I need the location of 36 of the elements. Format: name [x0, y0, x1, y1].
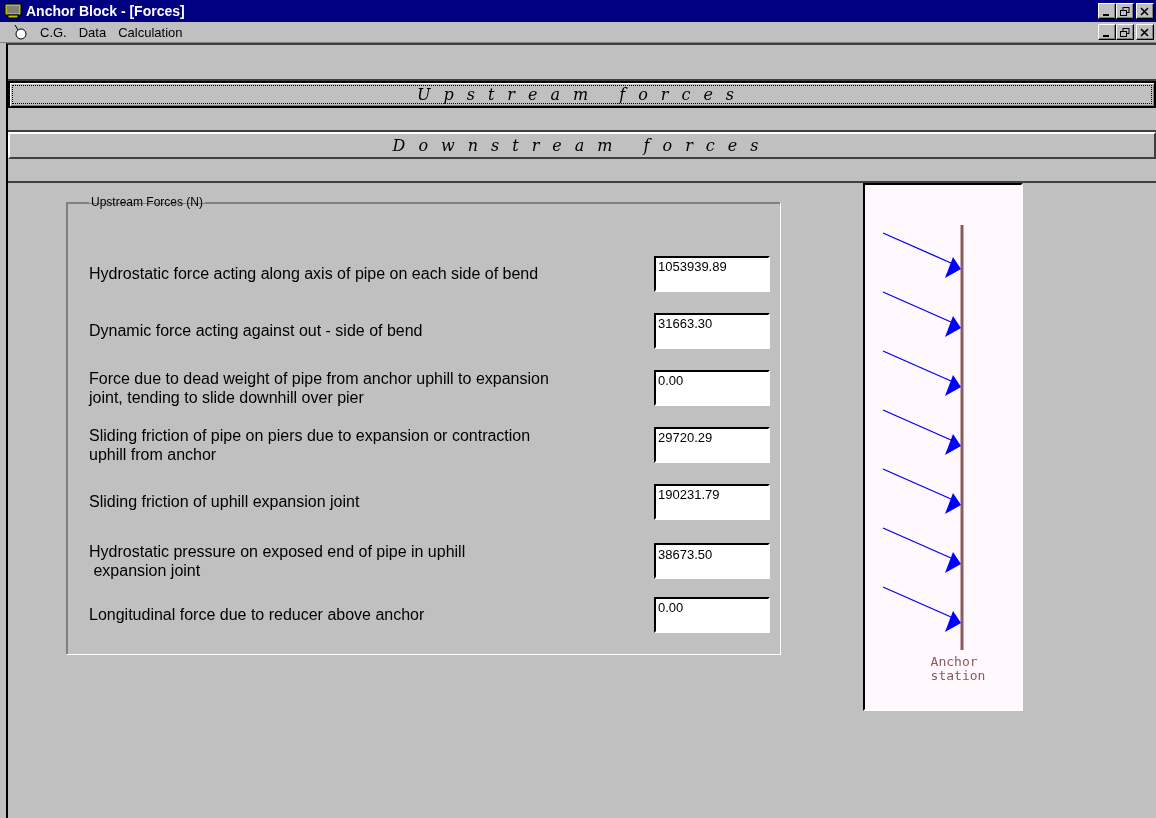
value-field[interactable]: 31663.30	[654, 312, 770, 349]
restore-icon	[1120, 27, 1130, 37]
value-field[interactable]: 29720.29	[654, 426, 770, 463]
minimize-button[interactable]	[1098, 3, 1116, 19]
window-title: Anchor Block - [Forces]	[26, 3, 185, 19]
restore-button[interactable]	[1116, 24, 1134, 40]
field-label: Hydrostatic force acting along axis of pipe on each side of bend	[89, 264, 540, 283]
value-field[interactable]: 190231.79	[654, 483, 770, 520]
mouse-icon[interactable]	[12, 24, 28, 40]
group-title: Upstream Forces (N)	[90, 195, 204, 209]
close-icon	[1140, 27, 1150, 37]
menu-item[interactable]: C.G.	[40, 24, 67, 40]
value-field[interactable]: 1053939.89	[654, 255, 770, 292]
menu-item[interactable]: Calculation	[118, 24, 183, 40]
field-label: Hydrostatic pressure on exposed end of pipe in uphill expansion joint	[89, 542, 467, 580]
value-field[interactable]: 0.00	[654, 596, 770, 633]
field-label: Dynamic force acting against out - side of bend	[89, 321, 424, 340]
section-button[interactable]: Downstream forces	[8, 132, 1156, 159]
monitor-icon	[4, 3, 22, 19]
close-button[interactable]	[1136, 24, 1154, 40]
field-label: Force due to dead weight of pipe from anchor uphill to expansion joint, tending to slide downhill over pier	[89, 368, 550, 407]
restore-button[interactable]	[1116, 3, 1134, 19]
menu-item[interactable]: Data	[78, 24, 107, 40]
field-label: Sliding friction of pipe on piers due to expansion or contraction uphill from anchor	[89, 425, 532, 464]
minimize-button[interactable]	[1098, 24, 1116, 40]
field-label: Sliding friction of uphill expansion joint	[89, 492, 361, 511]
value-field[interactable]: 0.00	[654, 369, 770, 406]
section-button[interactable]: Upstream forces	[8, 81, 1156, 108]
close-icon	[1140, 6, 1150, 16]
value-field[interactable]: 38673.50	[654, 543, 770, 579]
restore-icon	[1120, 6, 1130, 16]
field-label: Longitudinal force due to reducer above anchor	[89, 605, 426, 624]
minimize-icon	[1102, 34, 1109, 37]
close-button[interactable]	[1136, 3, 1154, 19]
diagram-caption: Anchor station	[930, 655, 986, 683]
minimize-icon	[1102, 13, 1109, 16]
